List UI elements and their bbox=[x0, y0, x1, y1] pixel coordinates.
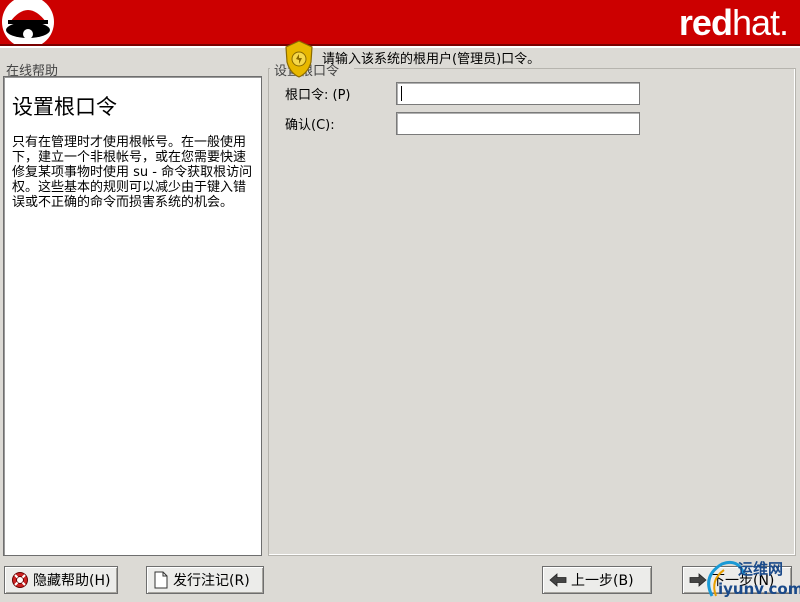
root-password-input[interactable] bbox=[396, 82, 640, 105]
release-notes-button[interactable]: 发行注记(R) bbox=[146, 566, 264, 594]
watermark-text-top: 运维网 bbox=[738, 560, 784, 578]
help-panel[interactable]: 设置根口令 只有在管理时才使用根帐号。在一般使用下，建立一个非根帐号，或在您需要… bbox=[3, 76, 262, 556]
arrow-right-icon bbox=[689, 573, 707, 587]
lifebuoy-icon bbox=[12, 572, 28, 588]
text-caret bbox=[401, 86, 402, 101]
help-text: 只有在管理时才使用根帐号。在一般使用下，建立一个非根帐号，或在您需要快速修复某项… bbox=[12, 135, 253, 210]
document-icon bbox=[154, 571, 168, 589]
help-title: 设置根口令 bbox=[12, 95, 117, 119]
root-password-label: 根口令: (P) bbox=[285, 88, 351, 103]
prompt-text: 请输入该系统的根用户(管理员)口令。 bbox=[322, 52, 541, 67]
arrow-left-icon bbox=[549, 573, 567, 587]
hide-help-button[interactable]: 隐藏帮助(H) bbox=[4, 566, 118, 594]
security-badge-icon bbox=[285, 40, 313, 78]
watermark-text-bottom: iyunv.com bbox=[718, 580, 800, 598]
back-button[interactable]: 上一步(B) bbox=[542, 566, 652, 594]
button-bar: 隐藏帮助(H) 发行注记(R) 上一步(B) 下一步(N) bbox=[0, 560, 800, 602]
redhat-shadowman-icon bbox=[2, 0, 54, 44]
header-banner: redhat. bbox=[0, 0, 800, 46]
confirm-password-label: 确认(C): bbox=[285, 118, 335, 133]
confirm-password-input[interactable] bbox=[396, 112, 640, 135]
redhat-wordmark: redhat. bbox=[678, 2, 789, 43]
main-frame bbox=[268, 68, 796, 556]
